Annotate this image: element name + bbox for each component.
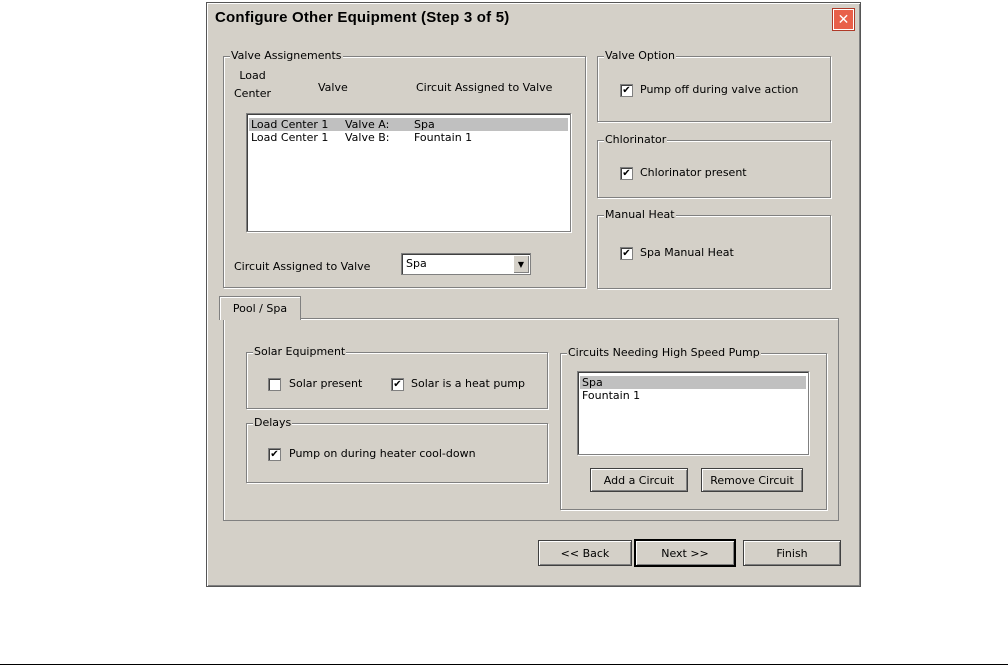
solar-equipment-group: Solar Equipment Solar present ✔ Solar is… — [246, 345, 548, 409]
valve-row-load-center: Load Center 1 — [251, 131, 329, 144]
title-bar[interactable]: Configure Other Equipment (Step 3 of 5) … — [208, 4, 859, 32]
tab-pool-spa-label: Pool / Spa — [232, 302, 288, 315]
checkmark-icon: ✔ — [393, 379, 402, 390]
tab-pool-spa[interactable]: Pool / Spa — [219, 296, 301, 320]
back-button[interactable]: << Back — [538, 540, 632, 566]
next-label: Next >> — [661, 546, 709, 560]
valve-row[interactable]: Load Center 1 Valve B: Fountain 1 — [249, 131, 568, 144]
chlorinator-title: Chlorinator — [604, 133, 668, 146]
remove-circuit-label: Remove Circuit — [710, 473, 794, 487]
chlorinator-checkbox[interactable]: ✔ — [620, 167, 633, 180]
list-item-label: Fountain 1 — [582, 389, 641, 402]
solar-equipment-title: Solar Equipment — [253, 345, 347, 358]
high-speed-circuit-list[interactable]: Spa Fountain 1 — [577, 371, 809, 455]
checkmark-icon: ✔ — [270, 449, 279, 460]
circuit-assigned-label: Circuit Assigned to Valve — [234, 260, 371, 273]
solar-present-label: Solar present — [289, 377, 363, 390]
pool-spa-tab-panel: Solar Equipment Solar present ✔ Solar is… — [223, 318, 839, 521]
pump-on-cooldown-checkbox[interactable]: ✔ — [268, 448, 281, 461]
page-divider — [0, 664, 1008, 665]
valve-row[interactable]: Load Center 1 Valve A: Spa — [249, 118, 568, 131]
close-button[interactable]: ✕ — [833, 9, 854, 30]
valve-row-valve: Valve B: — [345, 131, 390, 144]
next-button[interactable]: Next >> — [634, 539, 736, 567]
chlorinator-label: Chlorinator present — [640, 166, 747, 179]
chlorinator-group: Chlorinator ✔ Chlorinator present — [597, 133, 831, 198]
finish-label: Finish — [776, 546, 808, 560]
col-load-center: Load Center — [234, 69, 272, 100]
remove-circuit-button[interactable]: Remove Circuit — [701, 468, 803, 492]
spa-manual-heat-label: Spa Manual Heat — [640, 246, 734, 259]
dropdown-arrow-icon[interactable]: ▼ — [513, 255, 529, 273]
valve-option-group: Valve Option ✔ Pump off during valve act… — [597, 49, 831, 122]
list-item[interactable]: Spa — [580, 376, 806, 389]
checkmark-icon: ✔ — [622, 168, 631, 179]
valve-row-load-center: Load Center 1 — [251, 118, 329, 131]
pump-off-checkbox[interactable]: ✔ — [620, 84, 633, 97]
valve-assignments-group: Valve Assignements Load Center Valve Cir… — [223, 49, 586, 288]
high-speed-pump-group: Circuits Needing High Speed Pump Spa Fou… — [560, 346, 827, 510]
circuit-assigned-value: Spa — [406, 257, 427, 270]
dialog-title: Configure Other Equipment (Step 3 of 5) — [215, 9, 510, 26]
col-valve: Valve — [318, 81, 348, 94]
add-circuit-label: Add a Circuit — [603, 473, 675, 487]
close-icon: ✕ — [837, 11, 850, 28]
delays-group: Delays ✔ Pump on during heater cool-down — [246, 416, 548, 483]
solar-present-checkbox[interactable] — [268, 378, 281, 391]
list-item-label: Spa — [582, 376, 603, 389]
finish-button[interactable]: Finish — [743, 540, 841, 566]
pump-on-cooldown-label: Pump on during heater cool-down — [289, 447, 476, 460]
checkmark-icon: ✔ — [622, 248, 631, 259]
circuit-assigned-select[interactable]: Spa ▼ — [401, 253, 531, 275]
col-circuit: Circuit Assigned to Valve — [416, 81, 553, 94]
valve-assignments-title: Valve Assignements — [230, 49, 343, 62]
pump-off-label: Pump off during valve action — [640, 83, 799, 96]
valve-row-circuit: Fountain 1 — [414, 131, 473, 144]
spa-manual-heat-checkbox[interactable]: ✔ — [620, 247, 633, 260]
valve-row-circuit: Spa — [414, 118, 435, 131]
configure-equipment-dialog: Configure Other Equipment (Step 3 of 5) … — [206, 2, 861, 587]
add-circuit-button[interactable]: Add a Circuit — [590, 468, 688, 492]
valve-option-title: Valve Option — [604, 49, 676, 62]
checkmark-icon: ✔ — [622, 85, 631, 96]
list-item[interactable]: Fountain 1 — [580, 389, 806, 402]
manual-heat-title: Manual Heat — [604, 208, 676, 221]
manual-heat-group: Manual Heat ✔ Spa Manual Heat — [597, 208, 831, 289]
valve-list[interactable]: Load Center 1 Valve A: Spa Load Center 1… — [246, 113, 571, 232]
solar-heat-pump-checkbox[interactable]: ✔ — [391, 378, 404, 391]
solar-heat-pump-label: Solar is a heat pump — [411, 377, 525, 390]
high-speed-pump-title: Circuits Needing High Speed Pump — [567, 346, 761, 359]
delays-title: Delays — [253, 416, 293, 429]
valve-row-valve: Valve A: — [345, 118, 390, 131]
back-label: << Back — [560, 546, 610, 560]
